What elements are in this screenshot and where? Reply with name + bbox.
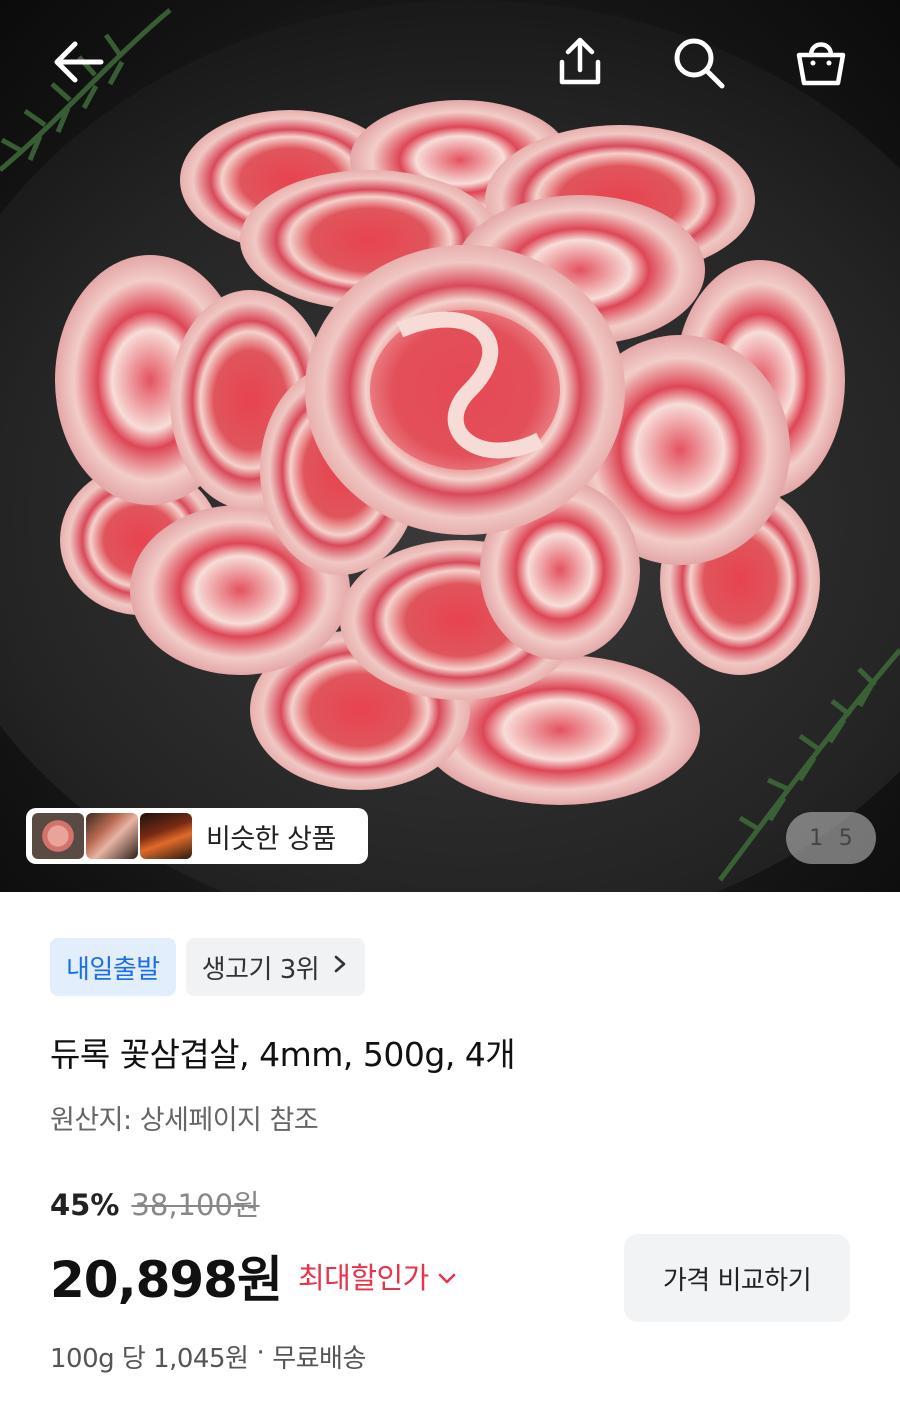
price-row: 20,898원 최대할인가 <box>50 1240 457 1312</box>
page-total: 5 <box>838 825 853 851</box>
category-rank-label: 생고기 3위 <box>201 954 320 985</box>
arrow-left-icon <box>54 41 104 83</box>
image-page-indicator: 1 | 5 <box>786 812 876 864</box>
discount-rate: 45% <box>50 1188 120 1222</box>
shipping-info: 무료배송 <box>272 1344 366 1374</box>
product-info: 내일출발 생고기 3위 듀록 꽃삼겹살, 4mm, 500g, 4개 원산지: … <box>0 892 900 1404</box>
similar-products-label: 비슷한 상품 <box>206 823 336 855</box>
similar-product-thumbnail <box>32 813 84 859</box>
category-rank-badge[interactable]: 생고기 3위 <box>185 938 366 996</box>
share-button[interactable] <box>548 30 612 94</box>
max-discount-toggle[interactable]: 최대할인가 <box>298 1255 457 1297</box>
unit-price: 100g 당 1,045원 <box>50 1344 249 1374</box>
separator-dot: · <box>256 1338 265 1368</box>
chevron-down-icon <box>437 1259 457 1293</box>
search-button[interactable] <box>666 30 730 94</box>
product-image-gallery[interactable]: 비슷한 상품 1 | 5 <box>0 0 900 892</box>
search-icon <box>674 38 725 89</box>
sale-price: 20,898원 <box>50 1251 283 1309</box>
similar-product-thumbnail <box>140 813 192 859</box>
product-title: 듀록 꽃삼겹살, 4mm, 500g, 4개 <box>50 1035 516 1074</box>
product-photo <box>0 0 900 892</box>
share-icon <box>559 37 601 85</box>
page-current: 1 <box>809 825 824 851</box>
back-button[interactable] <box>44 32 114 92</box>
price-compare-button[interactable]: 가격 비교하기 <box>624 1234 850 1322</box>
shopping-bag-icon <box>796 42 846 86</box>
original-price: 38,100원 <box>131 1188 260 1222</box>
similar-product-thumbnail <box>86 813 138 859</box>
cart-button[interactable] <box>788 28 854 94</box>
badge-row: 내일출발 생고기 3위 <box>50 938 366 996</box>
max-discount-label: 최대할인가 <box>297 1261 429 1295</box>
page-separator: | <box>827 825 835 851</box>
delivery-badge: 내일출발 <box>50 938 176 996</box>
unit-price-row: 100g 당 1,045원 · 무료배송 <box>50 1338 366 1375</box>
product-origin: 원산지: 상세페이지 참조 <box>50 1105 319 1136</box>
discount-row: 45% 38,100원 <box>50 1182 260 1224</box>
chevron-right-icon <box>333 954 347 980</box>
similar-products-button[interactable]: 비슷한 상품 <box>26 808 368 864</box>
